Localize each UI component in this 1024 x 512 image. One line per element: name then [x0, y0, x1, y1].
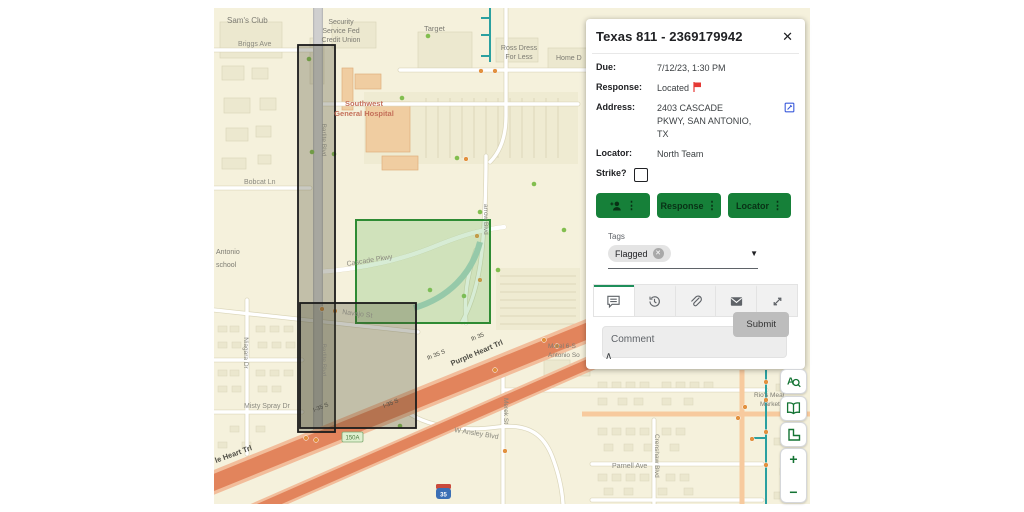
comment-icon — [606, 294, 621, 309]
locator-label: Locator: — [596, 148, 657, 158]
locator-value: North Team — [657, 148, 703, 161]
svg-text:35: 35 — [440, 493, 447, 499]
find-address-button[interactable]: A — [780, 369, 807, 394]
chip-remove-icon[interactable]: ✕ — [653, 248, 664, 259]
measure-icon — [786, 427, 802, 443]
label-rios-2: Market — [760, 401, 780, 408]
strike-checkbox[interactable] — [634, 168, 648, 182]
assignee-button[interactable]: ⋮ — [596, 193, 650, 218]
ticket-panel: Texas 811 - 2369179942 ✕ Due: 7/12/23, 1… — [586, 19, 805, 369]
measure-button[interactable] — [780, 422, 807, 447]
response-label: Response: — [596, 82, 657, 92]
label-credit-union-2: Service Fed — [322, 28, 359, 35]
label-school-1: Antonio — [216, 249, 240, 256]
tags-field[interactable]: Tags Flagged ✕ ▼ — [608, 232, 758, 269]
label-hospital-2: General Hospital — [334, 109, 394, 118]
tags-label: Tags — [608, 232, 758, 241]
response-button[interactable]: Response ⋮ — [657, 193, 721, 218]
paperclip-icon — [688, 294, 703, 309]
label-hospital-1: Southwest — [345, 99, 383, 108]
label-sams-club: Sam's Club — [227, 16, 268, 25]
label-school-2: school — [216, 262, 237, 269]
edit-address-icon[interactable] — [784, 102, 795, 115]
response-button-label: Response — [661, 201, 704, 211]
chevron-down-icon[interactable]: ▼ — [750, 249, 758, 258]
tag-chip-flagged[interactable]: Flagged ✕ — [608, 245, 671, 262]
label-credit-union-1: Security — [328, 19, 354, 26]
label-barlite-blvd-2: Barlite Blvd — [320, 344, 327, 377]
label-target: Target — [424, 24, 446, 33]
address-value: 2403 CASCADE PKWY, SAN ANTONIO, TX — [657, 102, 753, 141]
submit-button[interactable]: Submit — [733, 312, 789, 337]
label-niagara-dr: Niagara Dr — [242, 337, 249, 369]
due-label: Due: — [596, 62, 657, 72]
a-search-icon: A — [785, 373, 802, 390]
label-crenshaw-blvd: Crenshaw Blvd — [653, 434, 660, 478]
legend-button[interactable] — [780, 396, 807, 421]
kebab-icon[interactable]: ⋮ — [772, 199, 783, 212]
history-icon — [647, 294, 662, 309]
address-label: Address: — [596, 102, 657, 112]
panel-title: Texas 811 - 2369179942 — [596, 29, 743, 44]
locator-button-label: Locator — [736, 201, 769, 211]
label-motel-2: Antonio So — [548, 352, 580, 359]
zoom-control: + − — [780, 448, 807, 503]
tag-chip-label: Flagged — [615, 249, 648, 259]
label-ih35: Ih 35 — [471, 332, 486, 343]
label-credit-union-3: Credit Union — [322, 37, 361, 44]
label-merek-st: Merek St — [502, 398, 509, 424]
label-motel-1: Motel 6-S — [548, 343, 576, 350]
label-ross-1: Ross Dress — [501, 45, 538, 52]
locator-row: Locator: North Team — [596, 148, 795, 161]
label-briggs-ave: Briggs Ave — [238, 41, 271, 48]
red-flag-icon — [693, 82, 702, 94]
strike-label: Strike? — [596, 168, 627, 178]
tab-comment[interactable] — [594, 285, 634, 316]
zoom-out-button[interactable]: − — [781, 485, 806, 499]
collapse-chevron-icon[interactable]: ∧ — [605, 351, 612, 362]
address-row: Address: 2403 CASCADE PKWY, SAN ANTONIO,… — [596, 102, 795, 141]
divider — [592, 53, 799, 54]
label-barlite-blvd-1: Barlite Blvd — [320, 124, 327, 157]
response-row: Response: Located — [596, 82, 795, 95]
exit-shield-150a: 150A — [342, 432, 363, 442]
label-parnell-ave: Parnell Ave — [612, 463, 647, 470]
mail-icon — [729, 294, 744, 309]
tab-history[interactable] — [634, 285, 675, 316]
strike-row: Strike? — [596, 168, 795, 182]
interstate-shield-i35: 35 — [436, 484, 451, 499]
zoom-in-button[interactable]: + — [781, 452, 806, 466]
label-bobcat-ln: Bobcat Ln — [244, 179, 276, 186]
action-buttons: ⋮ Response ⋮ Locator ⋮ — [596, 193, 795, 218]
label-ross-2: For Less — [505, 54, 533, 61]
svg-text:150A: 150A — [345, 436, 359, 442]
book-icon — [785, 401, 802, 416]
expand-icon — [770, 294, 785, 309]
close-icon[interactable]: ✕ — [780, 29, 795, 44]
app-canvas: { "panel": { "title": "Texas 811 - 23691… — [0, 0, 1024, 512]
kebab-icon[interactable]: ⋮ — [707, 199, 718, 212]
due-row: Due: 7/12/23, 1:30 PM — [596, 62, 795, 75]
label-ih35s: Ih 35 S — [427, 349, 447, 362]
label-misty-spray-dr: Misty Spray Dr — [244, 403, 291, 410]
label-arrow-blvd: arrow Blvd — [482, 204, 489, 235]
response-value: Located — [657, 82, 689, 95]
tab-attachments[interactable] — [675, 285, 716, 316]
person-add-icon — [609, 199, 623, 213]
locator-button[interactable]: Locator ⋮ — [728, 193, 791, 218]
kebab-icon[interactable]: ⋮ — [626, 199, 637, 212]
due-value: 7/12/23, 1:30 PM — [657, 62, 726, 75]
label-home-depot: Home D — [556, 55, 582, 62]
